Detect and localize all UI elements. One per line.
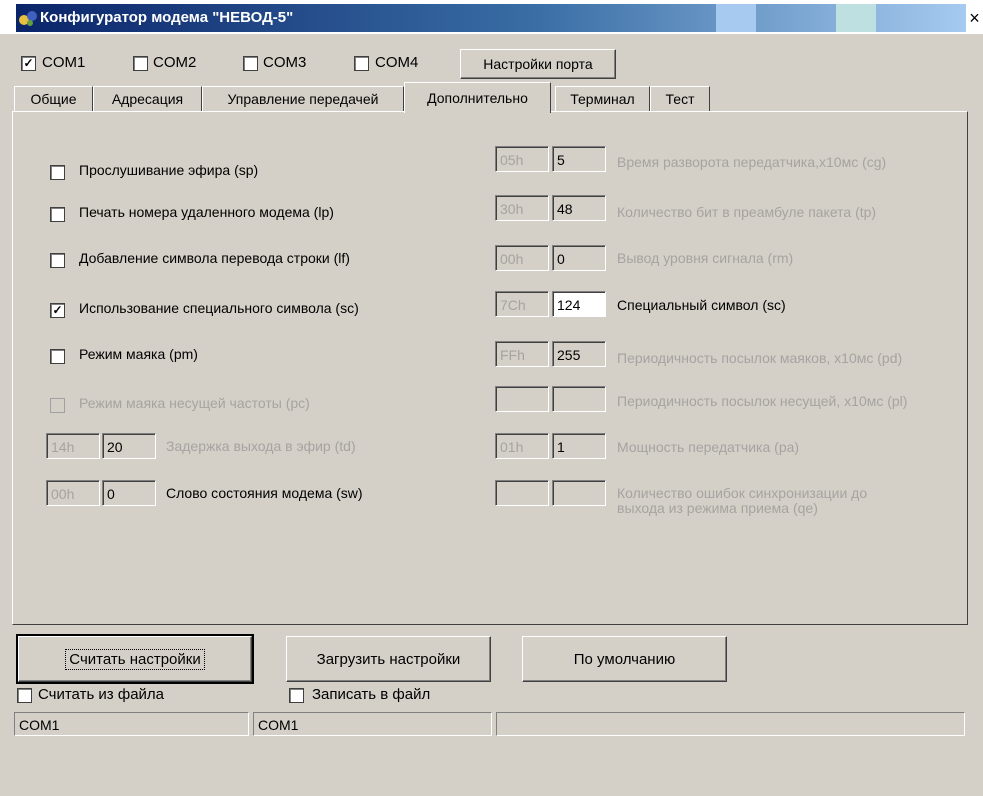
sc-value-field[interactable]: 124: [552, 291, 606, 317]
tab-addressing[interactable]: Адресация: [93, 86, 202, 112]
option-lf-checkbox[interactable]: [50, 253, 65, 268]
cg-hex-field: 05h: [495, 146, 549, 172]
qe-value-field: [552, 480, 606, 506]
pl-hex-field: [495, 386, 549, 412]
option-sp-label: Прослушивание эфира (sp): [79, 162, 259, 178]
com4-checkbox[interactable]: [354, 56, 369, 71]
cg-label: Время разворота передатчика,x10мс (cg): [617, 154, 887, 170]
com2-label: COM2: [153, 54, 197, 71]
window-title: Конфигуратор модема "НЕВОД-5": [40, 9, 294, 26]
read-from-file-checkbox[interactable]: [17, 688, 32, 703]
pd-hex-field: FFh: [495, 341, 549, 367]
td-hex-field: 14h: [46, 433, 100, 459]
option-lp-label: Печать номера удаленного модема (lp): [79, 204, 334, 220]
pl-value-field: [552, 386, 606, 412]
status-port-1: COM1: [14, 712, 249, 736]
pl-label: Периодичность посылок несущей, x10мс (pl…: [617, 393, 908, 409]
option-sp-checkbox[interactable]: [50, 165, 65, 180]
option-pm-label: Режим маяка (pm): [79, 346, 198, 362]
com1-label: COM1: [42, 54, 86, 71]
sw-label: Слово состояния модема (sw): [166, 485, 363, 501]
pd-value-field[interactable]: 255: [552, 341, 606, 367]
close-icon[interactable]: ×: [966, 8, 983, 28]
port-settings-button[interactable]: Настройки порта: [460, 49, 616, 79]
com4-label: COM4: [375, 54, 419, 71]
option-lf-label: Добавление символа перевода строки (lf): [79, 250, 350, 266]
tab-terminal[interactable]: Терминал: [555, 86, 650, 112]
qe-hex-field: [495, 480, 549, 506]
tab-additional[interactable]: Дополнительно: [404, 82, 551, 113]
rm-hex-field: 00h: [495, 245, 549, 271]
load-settings-button[interactable]: Загрузить настройки: [286, 636, 491, 682]
app-icon: [19, 11, 37, 26]
tp-hex-field: 30h: [495, 195, 549, 221]
option-sc-checkbox[interactable]: ✓: [50, 303, 65, 318]
com1-checkbox[interactable]: ✓: [21, 56, 36, 71]
com2-checkbox[interactable]: [133, 56, 148, 71]
td-value-field[interactable]: 20: [102, 433, 156, 459]
default-button[interactable]: По умолчанию: [522, 636, 727, 682]
option-pc-checkbox: [50, 398, 65, 413]
write-to-file-checkbox[interactable]: [289, 688, 304, 703]
tab-test[interactable]: Тест: [650, 86, 710, 112]
tab-general[interactable]: Общие: [14, 86, 93, 112]
td-label: Задержка выхода в эфир (td): [166, 438, 356, 454]
write-to-file-label: Записать в файл: [312, 686, 431, 703]
pa-value-field[interactable]: 1: [552, 433, 606, 459]
tab-panel: [12, 111, 968, 625]
com3-checkbox[interactable]: [243, 56, 258, 71]
qe-label: Количество ошибок синхронизации до выход…: [617, 485, 868, 516]
tp-label: Количество бит в преамбуле пакета (tp): [617, 204, 877, 220]
status-message: [496, 712, 965, 736]
pa-label: Мощность передатчика (pa): [617, 439, 800, 455]
tab-transfer-control[interactable]: Управление передачей: [202, 86, 404, 112]
cg-value-field[interactable]: 5: [552, 146, 606, 172]
sw-value-field[interactable]: 0: [102, 480, 156, 506]
status-port-2: COM1: [253, 712, 492, 736]
read-settings-button[interactable]: Считать настройки: [16, 634, 254, 684]
sw-hex-field: 00h: [46, 480, 100, 506]
read-from-file-label: Считать из файла: [38, 686, 165, 703]
rm-value-field[interactable]: 0: [552, 245, 606, 271]
sc-hex-field: 7Ch: [495, 291, 549, 317]
rm-label: Вывод уровня сигнала (rm): [617, 250, 794, 266]
option-lp-checkbox[interactable]: [50, 207, 65, 222]
com3-label: COM3: [263, 54, 307, 71]
pd-label: Периодичность посылок маяков, x10мс (pd): [617, 350, 903, 366]
tp-value-field[interactable]: 48: [552, 195, 606, 221]
sc-label: Специальный символ (sc): [617, 297, 786, 313]
option-pc-label: Режим маяка несущей частоты (pc): [79, 395, 310, 411]
option-pm-checkbox[interactable]: [50, 349, 65, 364]
option-sc-label: Использование специального символа (sc): [79, 300, 359, 316]
read-settings-label: Считать настройки: [65, 648, 205, 670]
pa-hex-field: 01h: [495, 433, 549, 459]
